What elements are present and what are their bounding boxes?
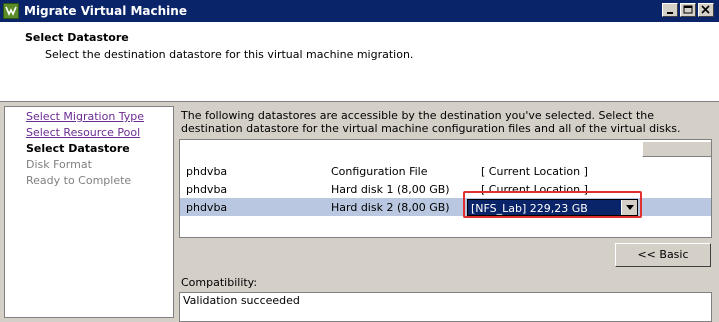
table-row[interactable]: phdvba Hard disk 1 (8,00 GB) [ Current L… [180,180,711,198]
instructions-text: The following datastores are accessible … [181,109,681,135]
maximize-icon[interactable] [680,3,696,17]
vmware-app-icon [3,3,19,19]
main-panel: The following datastores are accessible … [176,106,719,322]
row-item: Configuration File [331,165,428,178]
datastore-dropdown[interactable]: [NFS_Lab] 229,23 GB [467,199,638,216]
compatibility-box: Validation succeeded [179,292,712,322]
datastore-list[interactable]: phdvba Configuration File [ Current Loca… [179,139,712,238]
table-row[interactable]: phdvba Configuration File [ Current Loca… [180,162,711,180]
row-vm-name: phdvba [186,201,228,214]
sidebar-item-disk-format: Disk Format [26,158,92,171]
compatibility-label: Compatibility: [181,276,258,289]
page-title: Select Datastore [25,31,129,44]
table-row-selected[interactable]: phdvba Hard disk 2 (8,00 GB) [NFS_Lab] 2… [180,198,711,216]
window-title: Migrate Virtual Machine [24,4,187,18]
column-header-button[interactable] [642,141,711,157]
row-vm-name: phdvba [186,183,228,196]
page-subtitle: Select the destination datastore for thi… [45,48,414,61]
sidebar-item-ready-to-complete: Ready to Complete [26,174,132,187]
close-icon[interactable] [698,3,714,17]
sidebar-item-select-datastore: Select Datastore [26,142,130,155]
row-item: Hard disk 2 (8,00 GB) [331,201,450,214]
minimize-icon[interactable] [662,3,678,17]
row-datastore: [ Current Location ] [481,165,588,178]
basic-button[interactable]: << Basic [615,243,711,267]
wizard-header: Select Datastore Select the destination … [0,22,719,102]
wizard-steps-sidebar: Select Migration Type Select Resource Po… [4,106,174,318]
row-item: Hard disk 1 (8,00 GB) [331,183,450,196]
sidebar-item-select-resource-pool[interactable]: Select Resource Pool [26,126,140,139]
chevron-down-icon[interactable] [621,200,637,215]
datastore-dropdown-value: [NFS_Lab] 229,23 GB [471,202,588,215]
title-bar: Migrate Virtual Machine [0,0,719,22]
row-datastore: [ Current Location ] [481,183,588,196]
row-vm-name: phdvba [186,165,228,178]
sidebar-item-select-migration-type[interactable]: Select Migration Type [26,110,144,123]
compatibility-value: Validation succeeded [183,294,300,307]
list-header [180,140,711,158]
